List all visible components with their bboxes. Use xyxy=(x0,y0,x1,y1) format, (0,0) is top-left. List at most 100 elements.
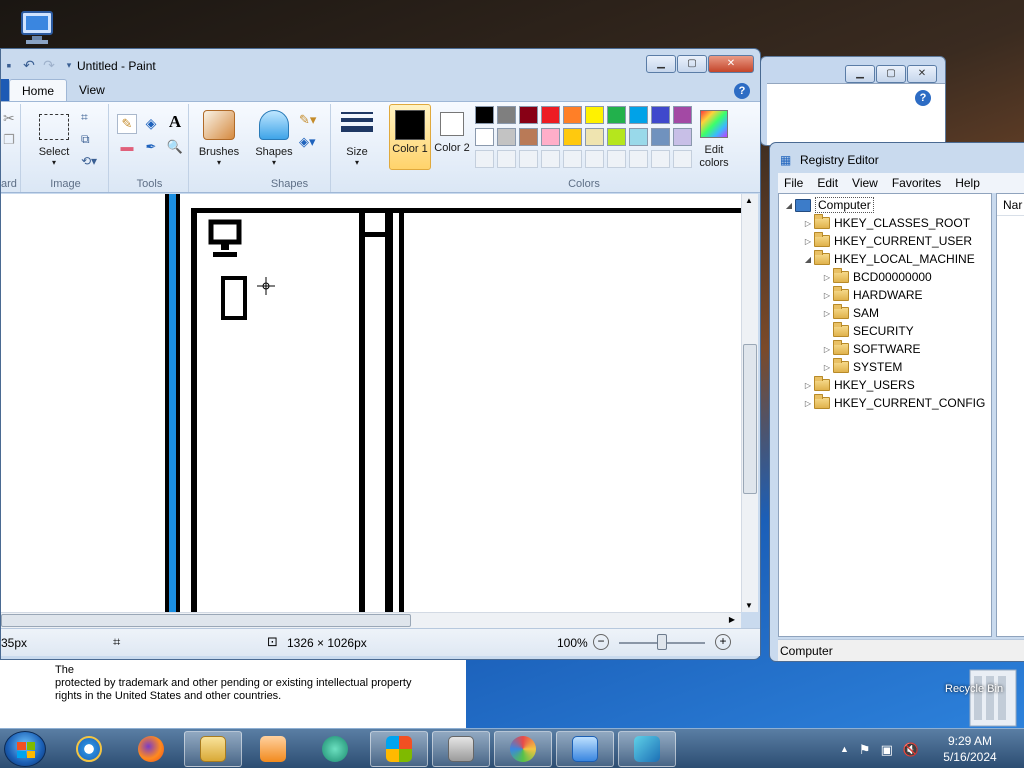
scroll-down-arrow[interactable]: ▼ xyxy=(745,601,753,610)
close-button[interactable]: ✕ xyxy=(708,55,754,73)
collapse-arrow-icon[interactable]: ◢ xyxy=(783,201,795,210)
palette-color-swatch[interactable] xyxy=(673,128,692,146)
horizontal-scrollbar[interactable]: ▶ xyxy=(1,612,741,628)
magnifier-icon[interactable]: 🔍 xyxy=(165,138,185,158)
expand-arrow-icon[interactable]: ▷ xyxy=(821,345,833,354)
scroll-right-arrow[interactable]: ▶ xyxy=(729,615,735,624)
undo-icon[interactable]: ↶ xyxy=(21,57,37,73)
paint-menu-button[interactable] xyxy=(1,79,9,101)
expand-arrow-icon[interactable]: ▷ xyxy=(821,273,833,282)
horizontal-scroll-thumb[interactable] xyxy=(1,614,411,627)
vertical-scrollbar[interactable]: ▲ ▼ xyxy=(741,194,758,612)
copy-icon[interactable]: ❐ xyxy=(3,132,15,148)
custom-color-slot[interactable] xyxy=(541,150,560,168)
custom-color-slot[interactable] xyxy=(519,150,538,168)
maximize-button[interactable]: ▢ xyxy=(876,65,906,83)
color1-button[interactable]: Color 1 xyxy=(389,104,431,170)
registry-editor-taskbar-icon[interactable] xyxy=(618,731,676,767)
help-icon[interactable]: ? xyxy=(734,83,750,99)
clock[interactable]: 9:29 AM 5/16/2024 xyxy=(930,733,1010,765)
tree-node[interactable]: ▷ HKEY_CURRENT_USER xyxy=(802,232,972,250)
start-button[interactable] xyxy=(4,731,46,767)
palette-color-swatch[interactable] xyxy=(563,128,582,146)
edit-colors-button[interactable]: Edit colors xyxy=(695,104,735,174)
palette-color-swatch[interactable] xyxy=(497,128,516,146)
zoom-in-button[interactable]: + xyxy=(715,634,731,650)
network-icon[interactable]: ▣ xyxy=(881,743,893,756)
select-icon[interactable] xyxy=(39,114,69,140)
palette-color-swatch[interactable] xyxy=(475,106,494,124)
tree-node[interactable]: ▷ HKEY_USERS xyxy=(802,376,915,394)
firefox-icon[interactable] xyxy=(122,731,180,767)
values-pane[interactable]: Nar xyxy=(996,193,1024,637)
tree-node[interactable]: ▷ BCD00000000 xyxy=(821,268,932,286)
palette-color-swatch[interactable] xyxy=(585,128,604,146)
close-button[interactable]: ✕ xyxy=(907,65,937,83)
minimize-button[interactable]: ▁ xyxy=(646,55,676,73)
palette-color-swatch[interactable] xyxy=(475,128,494,146)
volume-muted-icon[interactable]: 🔇 xyxy=(903,743,919,756)
palette-color-swatch[interactable] xyxy=(607,106,626,124)
expand-arrow-icon[interactable]: ▷ xyxy=(821,363,833,372)
expand-arrow-icon[interactable]: ▷ xyxy=(802,219,814,228)
tree-node[interactable]: SECURITY xyxy=(821,322,914,340)
registry-editor-window[interactable]: ▦ Registry Editor File Edit View Favorit… xyxy=(769,142,1024,662)
paint-window[interactable]: ▪ ↶ ↷ ▾ Untitled - Paint ▁ ▢ ✕ Home View… xyxy=(0,48,761,660)
cut-icon[interactable]: ✂ xyxy=(3,110,15,127)
resize-icon[interactable]: ⧉ xyxy=(81,132,90,147)
background-window[interactable]: ▁ ▢ ✕ ? xyxy=(760,56,946,146)
select-button-label[interactable]: Select xyxy=(31,146,77,158)
custom-color-slot[interactable] xyxy=(629,150,648,168)
internet-explorer-icon[interactable] xyxy=(60,731,118,767)
minimize-button[interactable]: ▁ xyxy=(845,65,875,83)
expand-arrow-icon[interactable]: ▷ xyxy=(802,237,814,246)
save-icon[interactable]: ▪ xyxy=(1,57,17,73)
tree-node[interactable]: ▷ HARDWARE xyxy=(821,286,923,304)
menu-view[interactable]: View xyxy=(852,173,878,193)
palette-color-swatch[interactable] xyxy=(673,106,692,124)
computer-desktop-icon[interactable] xyxy=(12,6,62,50)
maximize-button[interactable]: ▢ xyxy=(677,55,707,73)
tree-node[interactable]: ◢ Computer xyxy=(783,196,874,214)
color-picker-icon[interactable]: ✒ xyxy=(141,138,161,158)
taskbar-app-icon[interactable] xyxy=(432,731,490,767)
menu-help[interactable]: Help xyxy=(955,173,980,193)
chat-app-icon[interactable] xyxy=(306,731,364,767)
palette-color-swatch[interactable] xyxy=(607,128,626,146)
tree-node[interactable]: ▷ HKEY_CLASSES_ROOT xyxy=(802,214,970,232)
palette-color-swatch[interactable] xyxy=(629,128,648,146)
custom-color-slot[interactable] xyxy=(651,150,670,168)
expand-arrow-icon[interactable]: ▷ xyxy=(821,309,833,318)
palette-color-swatch[interactable] xyxy=(563,106,582,124)
customize-qat-icon[interactable]: ▾ xyxy=(61,57,77,73)
tree-node[interactable]: ▷ SYSTEM xyxy=(821,358,902,376)
help-icon[interactable]: ? xyxy=(915,90,931,106)
chevron-down-icon[interactable]: ▾ xyxy=(31,158,77,167)
action-center-flag-icon[interactable]: ⚑ xyxy=(859,743,871,756)
expand-arrow-icon[interactable]: ▷ xyxy=(802,399,814,408)
expand-arrow-icon[interactable]: ▷ xyxy=(821,291,833,300)
crop-icon[interactable]: ⌗ xyxy=(81,110,88,125)
expand-arrow-icon[interactable]: ▷ xyxy=(802,381,814,390)
fill-icon[interactable]: ◈ xyxy=(141,114,161,134)
tab-home[interactable]: Home xyxy=(9,79,68,101)
drawing-canvas[interactable] xyxy=(1,194,741,612)
custom-color-slot[interactable] xyxy=(585,150,604,168)
redo-icon[interactable]: ↷ xyxy=(41,57,57,73)
palette-color-swatch[interactable] xyxy=(519,128,538,146)
tree-node[interactable]: ▷ HKEY_CURRENT_CONFIG xyxy=(802,394,985,412)
outline-icon[interactable]: ✎▾ xyxy=(299,112,316,128)
tree-node[interactable]: ◢ HKEY_LOCAL_MACHINE xyxy=(802,250,975,268)
palette-color-swatch[interactable] xyxy=(629,106,648,124)
menu-file[interactable]: File xyxy=(784,173,803,193)
palette-color-swatch[interactable] xyxy=(541,106,560,124)
zoom-slider-thumb[interactable] xyxy=(657,634,667,650)
palette-color-swatch[interactable] xyxy=(585,106,604,124)
custom-color-slot[interactable] xyxy=(475,150,494,168)
fill-shape-icon[interactable]: ◈▾ xyxy=(299,134,316,150)
show-hidden-icons-icon[interactable]: ▲ xyxy=(840,743,849,756)
tree-node[interactable]: ▷ SAM xyxy=(821,304,879,322)
custom-color-slot[interactable] xyxy=(673,150,692,168)
vertical-scroll-thumb[interactable] xyxy=(743,344,757,494)
custom-color-slot[interactable] xyxy=(497,150,516,168)
